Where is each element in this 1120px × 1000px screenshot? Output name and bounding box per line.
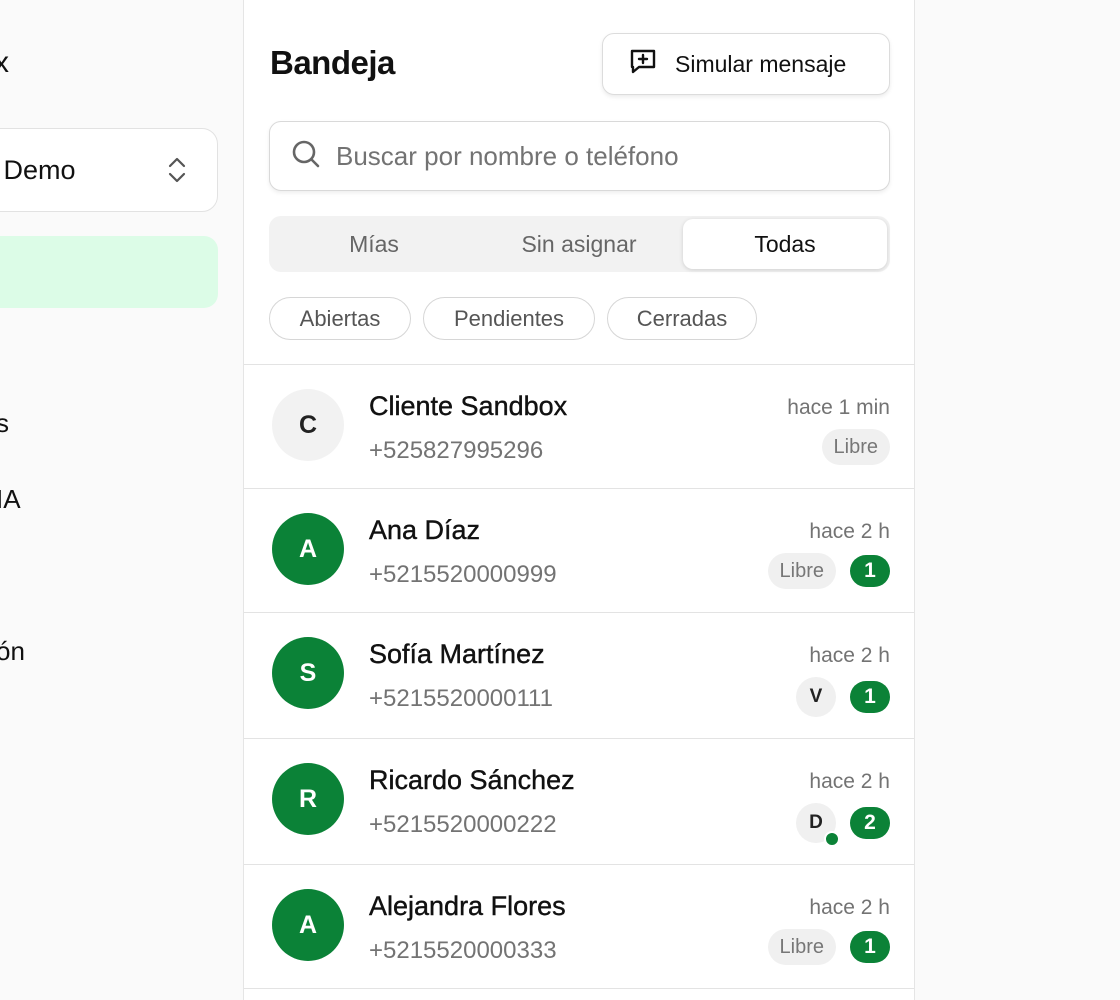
assignee-avatar: D [796,803,840,847]
conversation-row[interactable]: C Cliente Sandbox +525827995296 hace 1 m… [244,365,914,489]
timestamp: hace 2 h [809,896,890,919]
avatar: R [272,763,344,835]
contact-name: Alejandra Flores [369,891,566,921]
contact-name: Cliente Sandbox [369,391,568,421]
unread-count-badge: 1 [850,931,890,963]
timestamp: hace 2 h [809,520,890,543]
search-box[interactable] [269,121,890,191]
scope-tabs: Mías Sin asignar Todas [269,216,890,272]
row-badges: Libre [821,429,890,465]
contact-phone: +5215520000333 [369,937,557,964]
tab-sin-asignar[interactable]: Sin asignar [477,219,681,269]
conversation-row[interactable]: A Ana Díaz +5215520000999 hace 2 h Libre… [244,489,914,613]
contact-name: Ana Díaz [369,515,481,545]
workspace-label: a Demo [0,155,76,185]
assignee-avatar: V [796,677,836,717]
contact-phone: +5215520000999 [369,561,557,588]
simulate-message-button[interactable]: Simular mensaje [602,33,890,95]
row-badges: Libre 1 [767,929,890,965]
contact-phone: +525827995296 [369,437,544,464]
avatar: C [272,389,344,461]
timestamp: hace 1 min [787,396,890,419]
sidebar-item-2[interactable]: IA [0,484,21,515]
message-plus-icon [627,45,659,83]
avatar: A [272,513,344,585]
contact-phone: +5215520000222 [369,811,557,838]
simulate-message-label: Simular mensaje [675,50,847,77]
tab-todas[interactable]: Todas [683,219,887,269]
conversation-row[interactable]: A Alejandra Flores +5215520000333 hace 2… [244,865,914,989]
row-badges: V 1 [796,677,890,717]
avatar: S [272,637,344,709]
contact-name: Sofía Martínez [369,639,545,669]
workspace-switcher[interactable]: a Demo [0,128,218,212]
search-input[interactable] [336,140,876,172]
online-status-dot [824,831,840,847]
chevrons-up-down-icon [165,155,189,185]
row-badges: Libre 1 [767,553,890,589]
row-badges: D 2 [796,803,890,847]
inbox-panel: Bandeja Simular mensaje Mías Sin asignar… [243,0,916,1000]
sidebar-item-1[interactable]: s [0,408,9,439]
sidebar-item-3[interactable]: ón [0,636,25,667]
timestamp: hace 2 h [809,644,890,667]
contact-name: Ricardo Sánchez [369,765,575,795]
conversation-row[interactable]: R Ricardo Sánchez +5215520000222 hace 2 … [244,739,914,865]
unassigned-badge: Libre [767,929,836,965]
unread-count-badge: 2 [850,807,890,839]
unread-count-badge: 1 [850,681,890,713]
timestamp: hace 2 h [809,770,890,793]
filter-pendientes[interactable]: Pendientes [423,297,595,340]
unassigned-badge: Libre [767,553,836,589]
search-icon [290,138,322,175]
brand-logo-text: x [0,46,9,79]
page-title: Bandeja [270,44,395,81]
unread-count-badge: 1 [850,555,890,587]
contact-phone: +5215520000111 [369,685,553,712]
empty-detail-area [915,0,1120,1000]
sidebar: x a Demo s IA ón [0,0,243,1000]
unassigned-badge: Libre [821,429,890,465]
filter-cerradas[interactable]: Cerradas [607,297,757,340]
conversation-row[interactable]: S Sofía Martínez +5215520000111 hace 2 h… [244,613,914,739]
assignee-initial: D [809,812,823,833]
tab-mias[interactable]: Mías [272,219,476,269]
avatar: A [272,889,344,961]
sidebar-item-active[interactable] [0,236,218,308]
filter-abiertas[interactable]: Abiertas [269,297,411,340]
